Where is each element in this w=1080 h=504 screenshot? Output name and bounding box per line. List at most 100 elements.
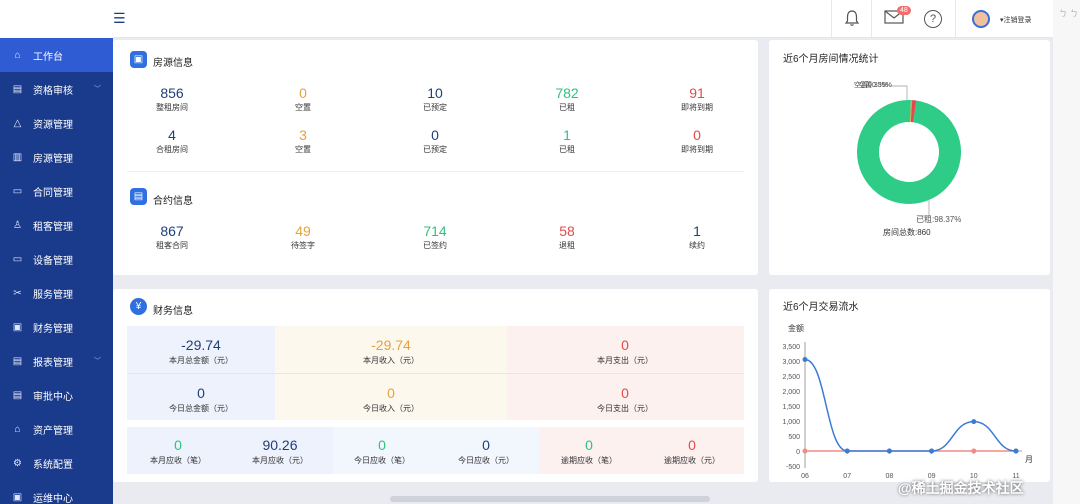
x-axis-title: 月 <box>1025 455 1033 464</box>
stat-item[interactable]: 1 已租 <box>522 127 612 155</box>
stat-value: 4 <box>168 127 176 143</box>
sidebar-item[interactable]: ▥ 房源管理 <box>0 140 113 174</box>
strip-glyph: ㄅ <box>1070 9 1078 18</box>
stat-item[interactable]: 4 合租房间 <box>127 127 217 155</box>
sidebar-item[interactable]: ▣ 财务管理 <box>0 310 113 344</box>
stat-value: 0 <box>431 127 439 143</box>
home-icon: ⌂ <box>14 49 21 61</box>
gear-icon: ⚙ <box>13 457 22 469</box>
stat-value: 782 <box>555 85 579 101</box>
sidebar-menu: ⌂ 工作台 ▤ 资格审核 ﹀ △ 资源管理 ▥ 房源管理 ▭ 合同管理 ♙ 租客管理 ▭ 设备… <box>0 38 113 504</box>
service-icon: ✂ <box>13 287 22 299</box>
finance-item[interactable]: 0 本月支出（元） <box>555 337 695 366</box>
stat-label: 空置 <box>295 145 311 154</box>
sidebar-item[interactable]: ⌂ 资产管理 <box>0 412 113 446</box>
sidebar-item-label: 资源管理 <box>33 119 73 131</box>
y-tick-label: 1,500 <box>782 404 800 411</box>
stat-item[interactable]: 856 整租房间 <box>127 85 217 113</box>
tenant-icon: ♙ <box>13 219 22 231</box>
data-point[interactable] <box>802 357 808 362</box>
resource-icon: △ <box>13 117 22 129</box>
divider <box>127 171 744 172</box>
stat-label: 已签约 <box>423 241 447 250</box>
menu-toggle-icon[interactable]: ☰ <box>113 10 126 27</box>
finance-item[interactable]: 0 今日支出（元） <box>555 385 695 414</box>
bell-icon[interactable] <box>844 9 860 32</box>
stat-label: 即将到期 <box>681 103 713 112</box>
finance-value: 0 <box>621 337 629 353</box>
finance-label: 逾期应收（元） <box>664 456 720 465</box>
sidebar-item[interactable]: ▣ 运维中心 <box>0 480 113 504</box>
finance-value: -29.74 <box>371 337 411 353</box>
x-tick-label: 06 <box>801 473 809 480</box>
stat-label: 合租房间 <box>156 145 188 154</box>
sidebar-item[interactable]: ♙ 租客管理 <box>0 208 113 242</box>
stat-item[interactable]: 782 已租 <box>522 85 612 113</box>
stat-item[interactable]: 10 已预定 <box>390 85 480 113</box>
sidebar-item-label: 审批中心 <box>33 391 73 403</box>
stat-item[interactable]: 0 即将到期 <box>652 127 742 155</box>
data-point[interactable] <box>802 448 808 454</box>
data-point[interactable] <box>844 448 850 454</box>
transaction-flow-card: 近6个月交易流水 金额 3,500 3,000 2,500 2,000 1,500 1,00… <box>769 289 1050 482</box>
stat-value: 856 <box>160 85 184 101</box>
finance-value: 0 <box>621 385 629 401</box>
finance-label: 本月收入（元） <box>363 356 419 365</box>
contract-icon: ▭ <box>12 185 23 197</box>
sidebar-item[interactable]: ✂ 服务管理 <box>0 276 113 310</box>
data-point[interactable] <box>886 448 892 454</box>
sidebar-item[interactable]: ▤ 报表管理 ﹀ <box>0 344 113 378</box>
sidebar-item-label: 合同管理 <box>33 187 73 199</box>
sidebar-item-label: 运维中心 <box>33 493 73 504</box>
sidebar-item-label: 房源管理 <box>33 153 73 165</box>
sidebar-item[interactable]: ▭ 合同管理 <box>0 174 113 208</box>
data-point[interactable] <box>971 419 977 425</box>
sidebar-item[interactable]: ⚙ 系统配置 <box>0 446 113 480</box>
scrollbar[interactable] <box>390 496 710 502</box>
stat-item[interactable]: 49 待签字 <box>258 223 348 251</box>
divider <box>871 0 872 38</box>
strip-glyph: ㄅ <box>1059 9 1067 18</box>
stat-item[interactable]: 714 已签约 <box>390 223 480 251</box>
stat-item[interactable]: 91 即将到期 <box>652 85 742 113</box>
finance-card: ¥ 财务信息 -29.74 本月总金额（元） -29.74 本月收入（元） 0 本月… <box>113 289 758 482</box>
ops-icon: ▣ <box>12 491 23 503</box>
stat-item[interactable]: 0 已预定 <box>390 127 480 155</box>
stat-item[interactable]: 0 空置 <box>258 85 348 113</box>
stat-item[interactable]: 58 退租 <box>522 223 612 251</box>
contract-title: 合约信息 <box>153 196 193 207</box>
sidebar-item[interactable]: △ 资源管理 <box>0 106 113 140</box>
stat-item[interactable]: 3 空置 <box>258 127 348 155</box>
sidebar-item[interactable]: ▤ 资格审核 ﹀ <box>0 72 113 106</box>
contract-icon: ▤ <box>130 188 147 205</box>
divider <box>955 0 956 38</box>
stat-value: 1 <box>693 223 701 239</box>
stat-item[interactable]: 1 续约 <box>652 223 742 251</box>
data-point[interactable] <box>1013 448 1019 454</box>
avatar[interactable] <box>972 10 990 28</box>
data-point[interactable] <box>929 448 935 454</box>
sidebar-item[interactable]: ▤ 审批中心 <box>0 378 113 412</box>
line-chart: 金额 3,500 3,000 2,500 2,000 1,500 1,000 500 0 -500… <box>782 323 1033 480</box>
stat-label: 已预定 <box>423 145 447 154</box>
data-point[interactable] <box>971 448 977 454</box>
finance-item[interactable]: 0 今日总金额（元） <box>131 385 271 414</box>
finance-item[interactable]: 0 今日收入（元） <box>321 385 461 414</box>
stat-item[interactable]: 867 租客合同 <box>127 223 217 251</box>
finance-item[interactable]: 0 逾期应收（元） <box>622 437 762 466</box>
finance-item[interactable]: -29.74 本月总金额（元） <box>131 337 271 366</box>
y-tick-label: 3,000 <box>782 359 800 366</box>
asset-icon: ⌂ <box>14 423 21 435</box>
donut-slice[interactable] <box>857 100 961 204</box>
logout-link[interactable]: ▾注销登录 <box>1000 15 1032 25</box>
x-tick-label: 08 <box>886 473 894 480</box>
slice-label-rented: 已租:98.37% <box>916 215 961 224</box>
help-icon[interactable]: ? <box>924 10 942 28</box>
donut-chart: 空置0.35%空置0.35%已租:98.37%房间总数:860 <box>854 80 961 237</box>
stat-label: 已租 <box>559 103 575 112</box>
finance-item[interactable]: -29.74 本月收入（元） <box>321 337 461 366</box>
sidebar-item[interactable]: ▭ 设备管理 <box>0 242 113 276</box>
sidebar-item[interactable]: ⌂ 工作台 <box>0 38 113 72</box>
sidebar-item-label: 服务管理 <box>33 289 73 301</box>
stat-value: 58 <box>559 223 575 239</box>
